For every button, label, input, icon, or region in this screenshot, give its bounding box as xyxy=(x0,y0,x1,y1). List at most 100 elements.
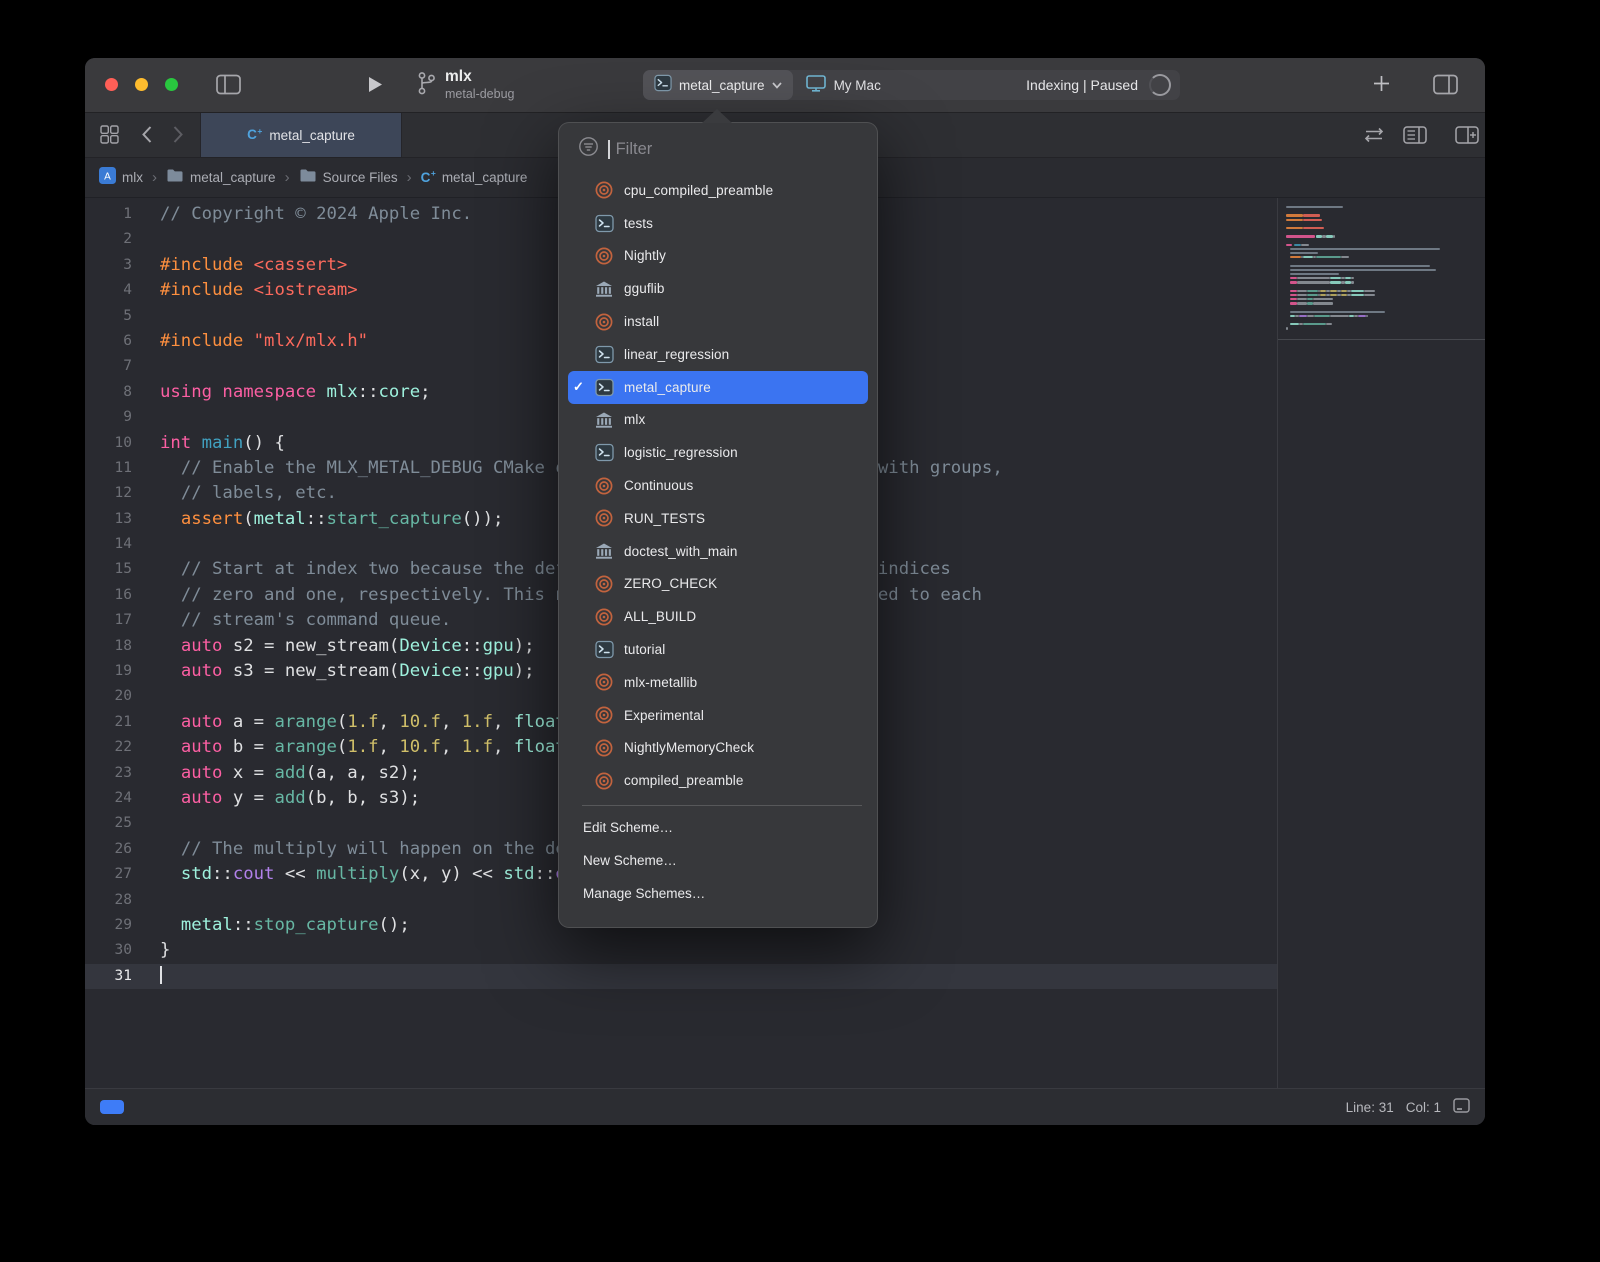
minimap[interactable] xyxy=(1277,198,1485,1089)
line-number: 27 xyxy=(85,862,140,887)
toggle-navigator-icon[interactable] xyxy=(216,74,241,95)
breadcrumb-item-metal_capture[interactable]: metal_capture xyxy=(166,168,276,188)
scheme-label: doctest_with_main xyxy=(624,544,738,559)
tab-label: metal_capture xyxy=(269,128,355,143)
scheme-menu-item-Continuous[interactable]: Continuous xyxy=(568,469,868,502)
scheme-label: mlx xyxy=(624,412,645,427)
progress-spinner xyxy=(1149,74,1171,96)
code-text: auto s3 = new_stream(Device::gpu); xyxy=(160,659,535,684)
toolbar: mlx metal-debug metal_capture xyxy=(85,58,1485,113)
code-line[interactable]: 31 xyxy=(85,964,1277,989)
line-number: 7 xyxy=(85,354,140,379)
code-text: // stream's command queue. xyxy=(160,608,451,633)
scheme-menu-item-Nightly[interactable]: Nightly xyxy=(568,240,868,273)
line-number: 9 xyxy=(85,405,140,430)
scheme-menu-item-tests[interactable]: tests xyxy=(568,207,868,240)
go-back-icon[interactable] xyxy=(142,126,152,143)
scheme-menu-item-logistic_regression[interactable]: logistic_regression xyxy=(568,436,868,469)
line-number: 23 xyxy=(85,761,140,786)
chevron-right-icon: › xyxy=(151,169,158,186)
scheme-menu-item-gguflib[interactable]: gguflib xyxy=(568,272,868,305)
scheme-menu-item-ALL_BUILD[interactable]: ALL_BUILD xyxy=(568,600,868,633)
line-number: 20 xyxy=(85,684,140,709)
scheme-menu-item-NightlyMemoryCheck[interactable]: NightlyMemoryCheck xyxy=(568,732,868,765)
scheme-menu-item-doctest_with_main[interactable]: doctest_with_main xyxy=(568,535,868,568)
code-text: assert(metal::start_capture()); xyxy=(160,507,503,532)
line-number: 25 xyxy=(85,811,140,836)
breadcrumb-item-metal_capture[interactable]: C+metal_capture xyxy=(421,168,528,187)
close-button[interactable] xyxy=(105,78,118,91)
scheme-menu-item-mlx[interactable]: mlx xyxy=(568,404,868,437)
filter-input[interactable] xyxy=(614,140,861,159)
branch-name: metal-debug xyxy=(445,86,515,102)
code-text: using namespace mlx::core; xyxy=(160,380,431,405)
breadcrumb-item-mlx[interactable]: Amlx xyxy=(99,167,143,189)
scheme-menu-item-compiled_preamble[interactable]: compiled_preamble xyxy=(568,764,868,797)
scheme-menu-list: cpu_compiled_preambletestsNightlygguflib… xyxy=(559,174,877,797)
checkmark: ✓ xyxy=(573,379,594,395)
code-text: auto x = add(a, a, s2); xyxy=(160,761,420,786)
line-number: 5 xyxy=(85,304,140,329)
scheme-selector[interactable]: metal_capture xyxy=(643,70,793,100)
line-number: 17 xyxy=(85,608,140,633)
activity-status: Indexing | Paused xyxy=(1026,77,1138,93)
menu-action-new-scheme-[interactable]: New Scheme… xyxy=(559,844,877,877)
run-button[interactable] xyxy=(368,76,383,93)
mac-icon xyxy=(806,75,826,95)
scheme-menu-item-ZERO_CHECK[interactable]: ZERO_CHECK xyxy=(568,568,868,601)
scheme-menu-item-Experimental[interactable]: Experimental xyxy=(568,699,868,732)
breadcrumb-item-Source Files[interactable]: Source Files xyxy=(299,168,398,188)
destination-selector[interactable]: My Mac xyxy=(793,75,894,95)
cpp-file-icon: C+ xyxy=(247,126,262,145)
menu-action-edit-scheme-[interactable]: Edit Scheme… xyxy=(559,811,877,844)
line-number: 4 xyxy=(85,278,140,303)
terminal-icon xyxy=(594,443,614,462)
tab-metal-capture[interactable]: C+ metal_capture xyxy=(200,113,402,157)
breakpoint-pill[interactable] xyxy=(100,1100,124,1114)
line-number: 12 xyxy=(85,481,140,506)
chevron-right-icon: › xyxy=(406,169,413,186)
go-forward-icon[interactable] xyxy=(173,126,183,143)
scheme-label: RUN_TESTS xyxy=(624,511,705,526)
project-icon: A xyxy=(99,167,116,189)
editor-options-icon[interactable] xyxy=(1403,126,1427,144)
scheme-label: tutorial xyxy=(624,642,665,657)
target-icon xyxy=(594,574,614,594)
dock-editor-icon[interactable] xyxy=(1453,1098,1470,1116)
scheme-label: Continuous xyxy=(624,478,693,493)
minimap-lines xyxy=(1278,205,1485,335)
scheme-menu-item-install[interactable]: install xyxy=(568,305,868,338)
scheme-label: linear_regression xyxy=(624,347,729,362)
menu-action-manage-schemes-[interactable]: Manage Schemes… xyxy=(559,877,877,910)
git-branch-icon xyxy=(417,71,436,96)
tab-overview-icon[interactable] xyxy=(100,125,119,144)
scheme-menu-item-tutorial[interactable]: tutorial xyxy=(568,633,868,666)
scheme-menu-item-linear_regression[interactable]: linear_regression xyxy=(568,338,868,371)
status-col: Col: 1 xyxy=(1406,1100,1441,1115)
editor-layout-button[interactable] xyxy=(1433,74,1458,95)
code-review-icon[interactable] xyxy=(1362,127,1386,143)
code-text: // Copyright © 2024 Apple Inc. xyxy=(160,202,472,227)
target-icon xyxy=(594,705,614,725)
terminal-icon xyxy=(594,640,614,659)
target-icon xyxy=(594,312,614,332)
scheme-menu-actions: Edit Scheme…New Scheme…Manage Schemes… xyxy=(559,811,877,910)
zoom-button[interactable] xyxy=(165,78,178,91)
scheme-label: cpu_compiled_preamble xyxy=(624,183,773,198)
scheme-summary[interactable]: mlx metal-debug xyxy=(417,68,515,102)
chevron-down-icon xyxy=(772,76,782,94)
scheme-menu-item-RUN_TESTS[interactable]: RUN_TESTS xyxy=(568,502,868,535)
code-text: std::cout << multiply(x, y) << std::endl… xyxy=(160,862,607,887)
new-tab-button[interactable] xyxy=(1373,75,1390,92)
code-line[interactable]: 30} xyxy=(85,938,1277,963)
line-number: 16 xyxy=(85,583,140,608)
minimize-button[interactable] xyxy=(135,78,148,91)
scheme-name: metal_capture xyxy=(679,78,765,93)
scheme-menu-item-mlx-metallib[interactable]: mlx-metallib xyxy=(568,666,868,699)
target-icon xyxy=(594,672,614,692)
scheme-menu-item-metal_capture[interactable]: ✓metal_capture xyxy=(568,371,868,404)
scheme-menu-item-cpu_compiled_preamble[interactable]: cpu_compiled_preamble xyxy=(568,174,868,207)
add-editor-icon[interactable] xyxy=(1455,126,1479,144)
scheme-label: compiled_preamble xyxy=(624,773,744,788)
line-number: 18 xyxy=(85,634,140,659)
